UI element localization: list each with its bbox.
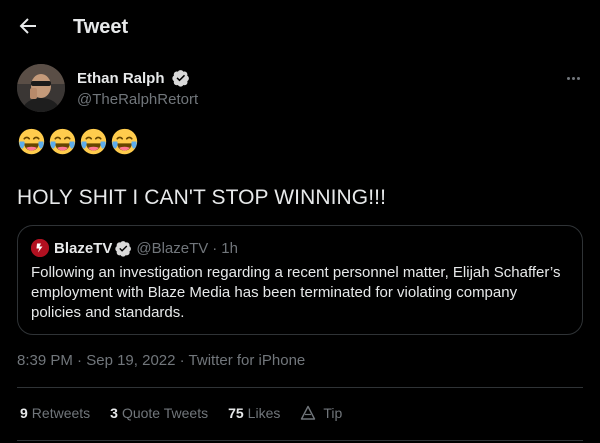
quoted-time: 1h <box>221 239 238 257</box>
dot-separator: · <box>179 352 185 369</box>
top-bar: Tweet <box>0 0 600 53</box>
likes-count: 75 <box>228 405 244 421</box>
quote-tweets-count: 3 <box>110 405 118 421</box>
tip-button[interactable]: Tip <box>300 405 342 421</box>
quote-tweets-label: Quote Tweets <box>121 405 209 421</box>
tweet-time[interactable]: 8:39 PM <box>17 352 73 369</box>
retweets-label: Retweets <box>31 405 91 421</box>
tweet-date[interactable]: Sep 19, 2022 <box>86 352 175 369</box>
tip-jar-icon <box>301 405 316 420</box>
arrow-left-icon[interactable] <box>16 14 40 38</box>
retweets-stat[interactable]: 9 Retweets <box>20 405 90 421</box>
emoji-row <box>17 127 139 156</box>
likes-stat[interactable]: 75 Likes <box>228 405 280 421</box>
dot-separator: · <box>77 352 83 369</box>
quoted-tweet-header: BlazeTV @BlazeTV · 1h <box>31 239 238 257</box>
quote-tweets-stat[interactable]: 3 Quote Tweets <box>110 405 208 421</box>
verified-badge-icon <box>172 70 189 87</box>
quoted-tweet-text: Following an investigation regarding a r… <box>31 264 561 321</box>
engagement-stats: 9 Retweets 3 Quote Tweets 75 Likes Tip <box>20 405 342 421</box>
avatar[interactable] <box>17 64 65 112</box>
retweets-count: 9 <box>20 405 28 421</box>
dot-separator: · <box>212 239 218 257</box>
tip-label: Tip <box>323 405 343 421</box>
more-options-icon[interactable] <box>563 68 583 88</box>
verified-badge-icon <box>115 240 132 257</box>
quoted-display-name: BlazeTV <box>54 239 113 257</box>
face-with-tears-of-joy-icon <box>111 128 138 155</box>
blazetv-logo-icon <box>31 239 49 257</box>
tweet-text: HOLY SHIT I CAN'T STOP WINNING!!! <box>17 186 387 209</box>
author-text: Ethan Ralph @TheRalphRetort <box>77 69 198 109</box>
tweet-source[interactable]: Twitter for iPhone <box>189 352 306 369</box>
face-with-tears-of-joy-icon <box>18 128 45 155</box>
likes-label: Likes <box>247 405 281 421</box>
author-handle[interactable]: @TheRalphRetort <box>77 91 198 108</box>
display-name[interactable]: Ethan Ralph <box>77 70 165 87</box>
quoted-handle: @BlazeTV <box>136 239 209 257</box>
avatar-image <box>17 64 65 112</box>
divider <box>17 440 583 441</box>
divider <box>17 387 583 388</box>
tweet-author: Ethan Ralph @TheRalphRetort <box>17 64 198 114</box>
face-with-tears-of-joy-icon <box>49 128 76 155</box>
page-title: Tweet <box>73 16 129 38</box>
tweet-metadata: 8:39 PM · Sep 19, 2022 · Twitter for iPh… <box>17 352 305 369</box>
quoted-tweet[interactable]: BlazeTV @BlazeTV · 1h Following an inves… <box>17 225 583 335</box>
face-with-tears-of-joy-icon <box>80 128 107 155</box>
